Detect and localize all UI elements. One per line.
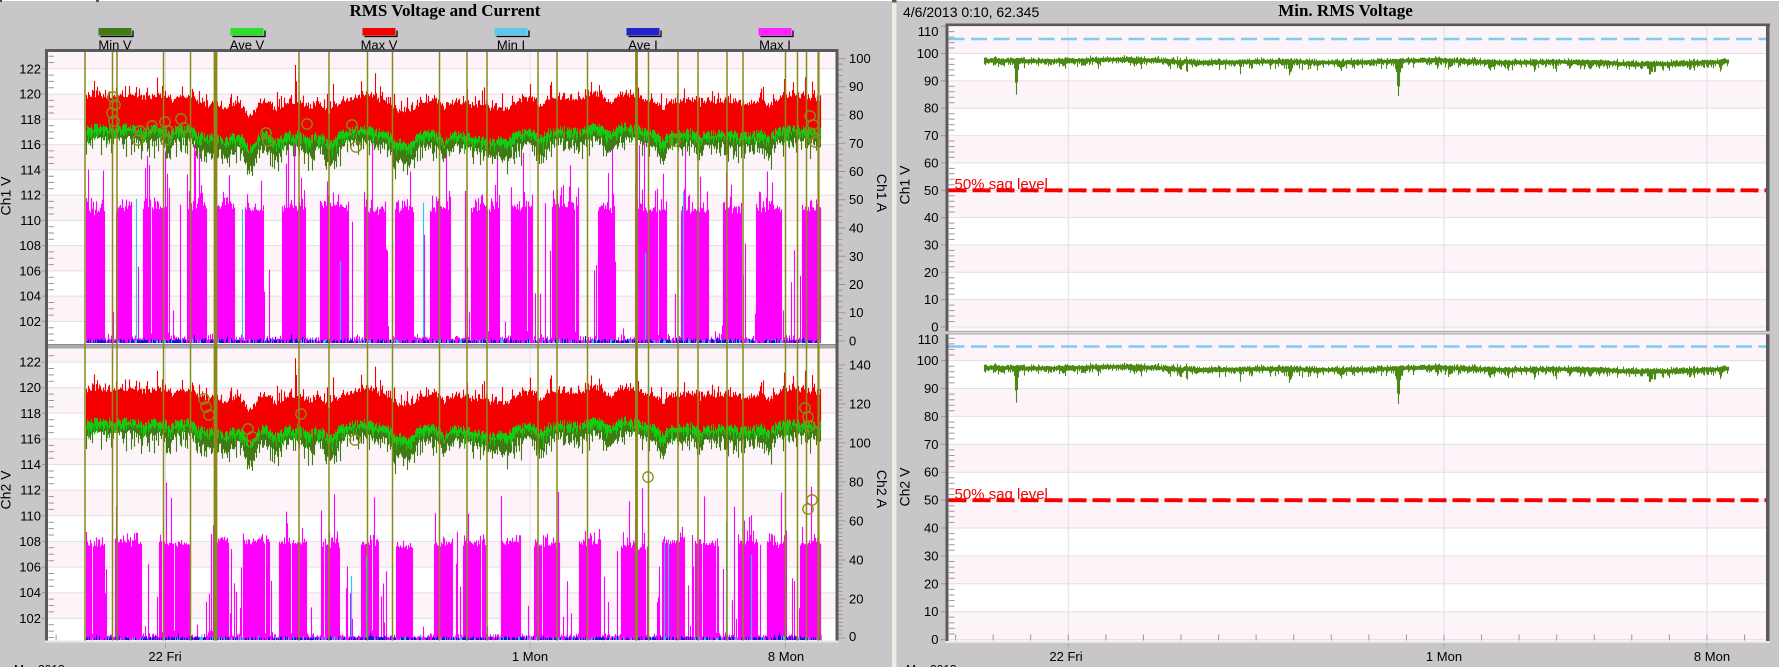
svg-text:RMS Voltage and Current: RMS Voltage and Current xyxy=(350,1,541,20)
svg-text:Ch1 A: Ch1 A xyxy=(874,174,890,213)
svg-text:122: 122 xyxy=(19,61,41,76)
svg-text:Ch1 V: Ch1 V xyxy=(897,165,913,205)
svg-text:22 Fri: 22 Fri xyxy=(148,649,181,664)
svg-text:100: 100 xyxy=(849,51,871,66)
svg-text:90: 90 xyxy=(849,79,863,94)
svg-text:106: 106 xyxy=(19,560,41,575)
svg-text:104: 104 xyxy=(19,585,41,600)
svg-text:0: 0 xyxy=(849,334,856,349)
svg-text:30: 30 xyxy=(924,237,938,252)
svg-text:Ch2 A: Ch2 A xyxy=(874,470,890,509)
svg-text:50: 50 xyxy=(924,493,938,508)
svg-text:122: 122 xyxy=(19,355,41,370)
svg-text:110: 110 xyxy=(918,24,939,39)
svg-text:70: 70 xyxy=(924,437,938,452)
svg-text:50: 50 xyxy=(924,183,938,198)
svg-text:Ch2 V: Ch2 V xyxy=(897,467,913,507)
svg-text:100: 100 xyxy=(917,46,939,61)
svg-text:22 Fri: 22 Fri xyxy=(1049,649,1082,664)
svg-text:112: 112 xyxy=(20,188,41,203)
svg-text:10: 10 xyxy=(924,292,938,307)
svg-text:50: 50 xyxy=(849,192,863,207)
svg-text:102: 102 xyxy=(19,314,41,329)
svg-text:118: 118 xyxy=(20,112,41,127)
svg-text:30: 30 xyxy=(849,249,863,264)
svg-text:Max I: Max I xyxy=(759,38,791,53)
svg-text:108: 108 xyxy=(19,534,41,549)
svg-text:70: 70 xyxy=(924,128,938,143)
svg-text:100: 100 xyxy=(917,353,939,368)
svg-text:50% sag level: 50% sag level xyxy=(955,486,1048,503)
svg-text:102: 102 xyxy=(19,611,41,626)
svg-text:Mar 2013: Mar 2013 xyxy=(906,663,957,667)
svg-text:Min I: Min I xyxy=(497,38,525,53)
svg-text:40: 40 xyxy=(924,521,938,536)
svg-text:Ch1 V: Ch1 V xyxy=(0,176,14,216)
svg-text:1 Mon: 1 Mon xyxy=(512,649,548,664)
svg-text:Min. RMS Voltage: Min. RMS Voltage xyxy=(1278,1,1413,20)
svg-text:20: 20 xyxy=(924,265,938,280)
svg-text:Ave I: Ave I xyxy=(628,38,657,53)
svg-text:20: 20 xyxy=(849,592,863,607)
svg-text:60: 60 xyxy=(924,465,938,480)
svg-text:80: 80 xyxy=(849,108,863,123)
svg-text:106: 106 xyxy=(19,263,41,278)
svg-text:116: 116 xyxy=(20,432,41,447)
svg-text:50% sag level: 50% sag level xyxy=(955,176,1048,193)
svg-text:70: 70 xyxy=(849,136,863,151)
svg-text:114: 114 xyxy=(20,162,41,177)
svg-text:90: 90 xyxy=(924,381,938,396)
svg-text:140: 140 xyxy=(849,357,871,372)
svg-text:110: 110 xyxy=(918,332,939,347)
svg-text:Ave V: Ave V xyxy=(230,38,265,53)
svg-text:8 Mon: 8 Mon xyxy=(768,649,804,664)
svg-text:120: 120 xyxy=(19,87,41,102)
svg-text:112: 112 xyxy=(20,483,41,498)
svg-text:10: 10 xyxy=(849,305,863,320)
svg-text:100: 100 xyxy=(849,435,871,450)
svg-text:60: 60 xyxy=(849,513,863,528)
svg-text:Mar 2013: Mar 2013 xyxy=(14,663,65,667)
svg-text:20: 20 xyxy=(849,277,863,292)
svg-text:110: 110 xyxy=(20,508,41,523)
svg-text:108: 108 xyxy=(19,238,41,253)
svg-text:Max V: Max V xyxy=(361,38,398,53)
svg-text:90: 90 xyxy=(924,73,938,88)
svg-text:104: 104 xyxy=(19,289,41,304)
svg-text:1 Mon: 1 Mon xyxy=(1426,649,1462,664)
svg-text:80: 80 xyxy=(924,101,938,116)
svg-text:60: 60 xyxy=(924,155,938,170)
svg-text:40: 40 xyxy=(849,553,863,568)
svg-text:118: 118 xyxy=(20,406,41,421)
svg-text:10: 10 xyxy=(924,604,938,619)
svg-text:114: 114 xyxy=(20,457,41,472)
svg-text:4/6/2013 0:10, 62.345: 4/6/2013 0:10, 62.345 xyxy=(903,4,1039,20)
svg-text:60: 60 xyxy=(849,164,863,179)
svg-text:0: 0 xyxy=(931,632,938,647)
svg-text:40: 40 xyxy=(924,210,938,225)
svg-text:80: 80 xyxy=(849,474,863,489)
svg-text:8 Mon: 8 Mon xyxy=(1694,649,1730,664)
svg-text:Ch2 V: Ch2 V xyxy=(0,470,14,510)
svg-text:Min V: Min V xyxy=(98,38,132,53)
svg-text:116: 116 xyxy=(20,137,41,152)
svg-text:0: 0 xyxy=(849,629,856,644)
svg-text:120: 120 xyxy=(19,380,41,395)
svg-text:40: 40 xyxy=(849,221,863,236)
svg-text:20: 20 xyxy=(924,576,938,591)
svg-text:80: 80 xyxy=(924,409,938,424)
svg-text:110: 110 xyxy=(20,213,41,228)
svg-text:30: 30 xyxy=(924,548,938,563)
svg-text:120: 120 xyxy=(849,396,871,411)
